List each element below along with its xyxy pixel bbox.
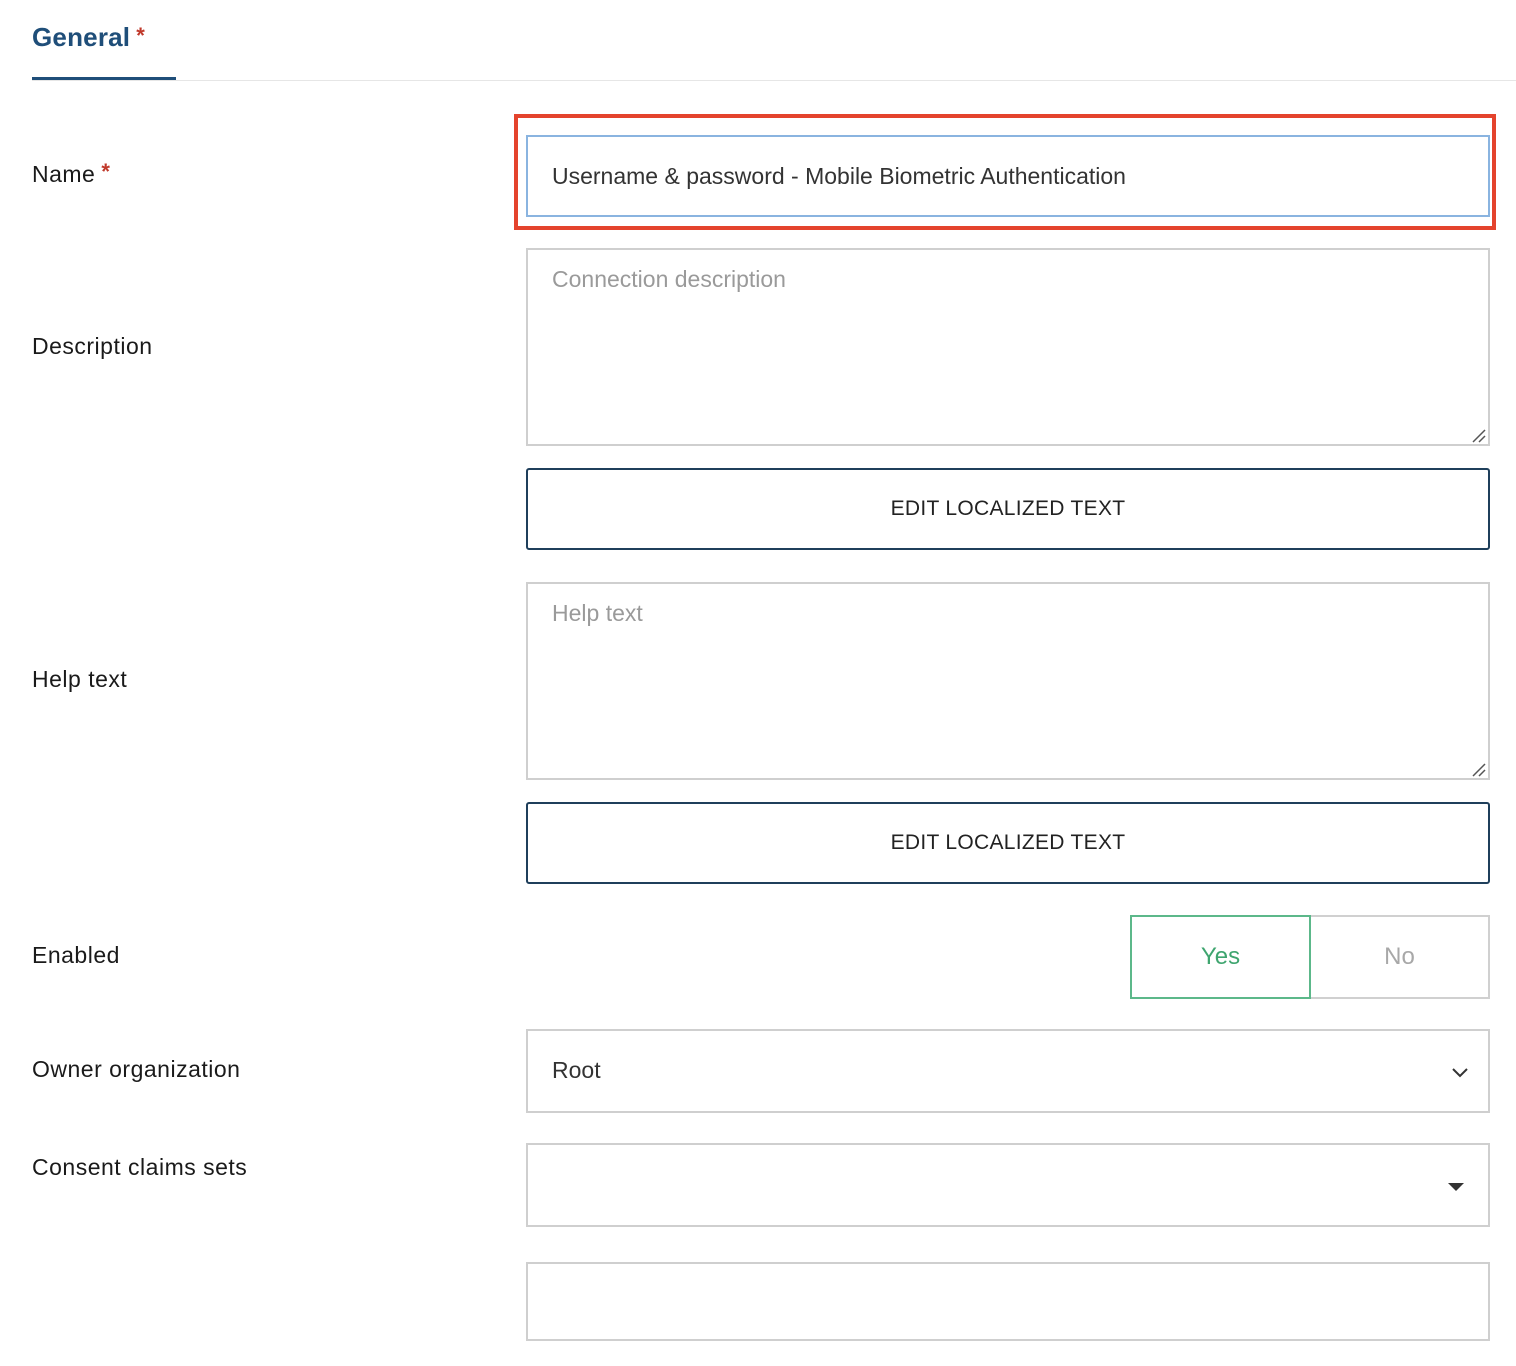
enabled-no-option[interactable]: No <box>1311 915 1490 999</box>
enabled-yes-option[interactable]: Yes <box>1130 915 1311 999</box>
chevron-down-icon <box>1452 1068 1468 1078</box>
name-label-text: Name <box>32 161 96 187</box>
help-text-textarea[interactable] <box>526 582 1490 780</box>
edit-localized-description-button[interactable]: EDIT LOCALIZED TEXT <box>526 468 1490 550</box>
tab-bar: General * <box>32 0 1516 81</box>
consent-claims-search-input[interactable] <box>526 1262 1490 1341</box>
edit-localized-help-text-button[interactable]: EDIT LOCALIZED TEXT <box>526 802 1490 884</box>
caret-down-icon <box>1448 1183 1464 1191</box>
enabled-toggle: Yes No <box>1130 915 1490 999</box>
consent-claims-sets-label: Consent claims sets <box>32 1154 248 1180</box>
tab-general[interactable]: General * <box>32 0 176 80</box>
tab-general-text: General <box>32 22 131 52</box>
name-label: Name * <box>32 159 111 188</box>
required-asterisk: * <box>136 23 145 48</box>
required-asterisk: * <box>101 159 111 184</box>
tab-general-label: General * <box>32 22 145 53</box>
description-textarea[interactable] <box>526 248 1490 446</box>
owner-organization-label: Owner organization <box>32 1056 241 1082</box>
consent-claims-sets-select[interactable] <box>526 1143 1490 1227</box>
help-text-label: Help text <box>32 666 128 692</box>
owner-organization-select[interactable]: Root <box>526 1029 1490 1113</box>
name-input[interactable] <box>526 135 1490 217</box>
description-label: Description <box>32 333 153 359</box>
enabled-label: Enabled <box>32 942 120 968</box>
owner-organization-value: Root <box>552 1057 601 1083</box>
